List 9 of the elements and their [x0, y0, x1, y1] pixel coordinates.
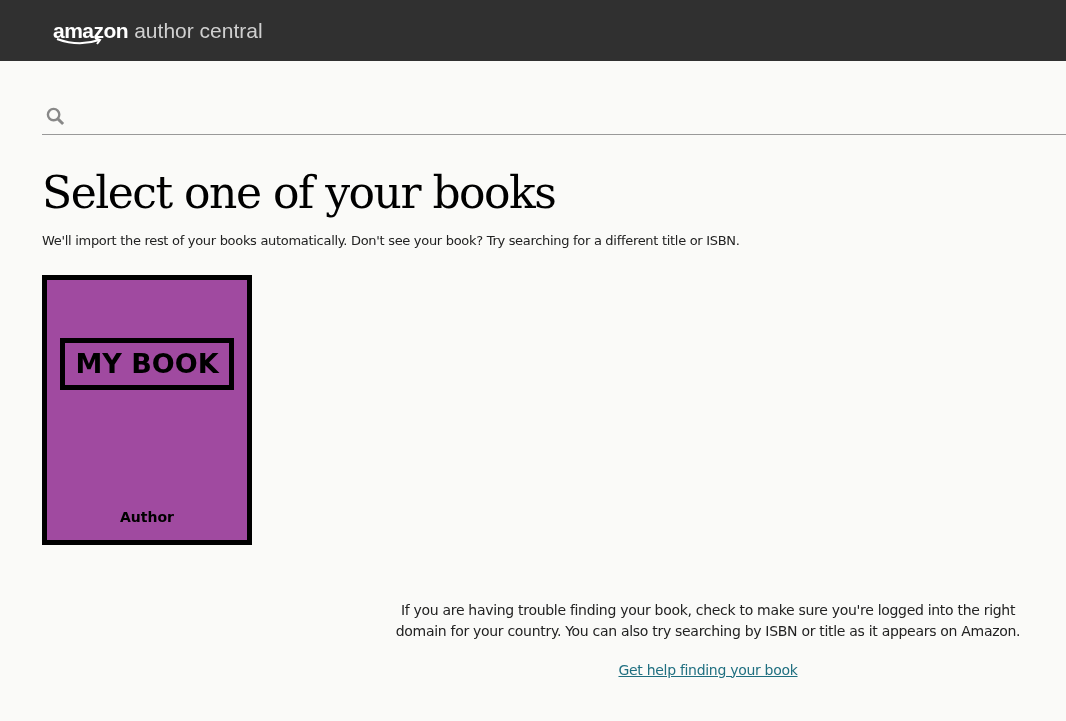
help-link[interactable]: Get help finding your book [618, 659, 798, 681]
search-icon [46, 107, 65, 126]
logo[interactable]: amazon author central [53, 14, 263, 47]
book-author: Author [120, 507, 174, 527]
book-title: MY BOOK [60, 337, 234, 390]
book-cover[interactable]: MY BOOK Author [42, 274, 252, 545]
subtitle: We'll import the rest of your books automatically. Don't see your book? Try searching for a different title or ISBN. [42, 232, 741, 250]
help-text: If you are having trouble finding your book, check to make sure you're logged into the right domain for your country. You can also try searching by ISBN or title as it appears on Amazon. [394, 600, 1022, 641]
page-title: Select one of your books [42, 166, 557, 220]
